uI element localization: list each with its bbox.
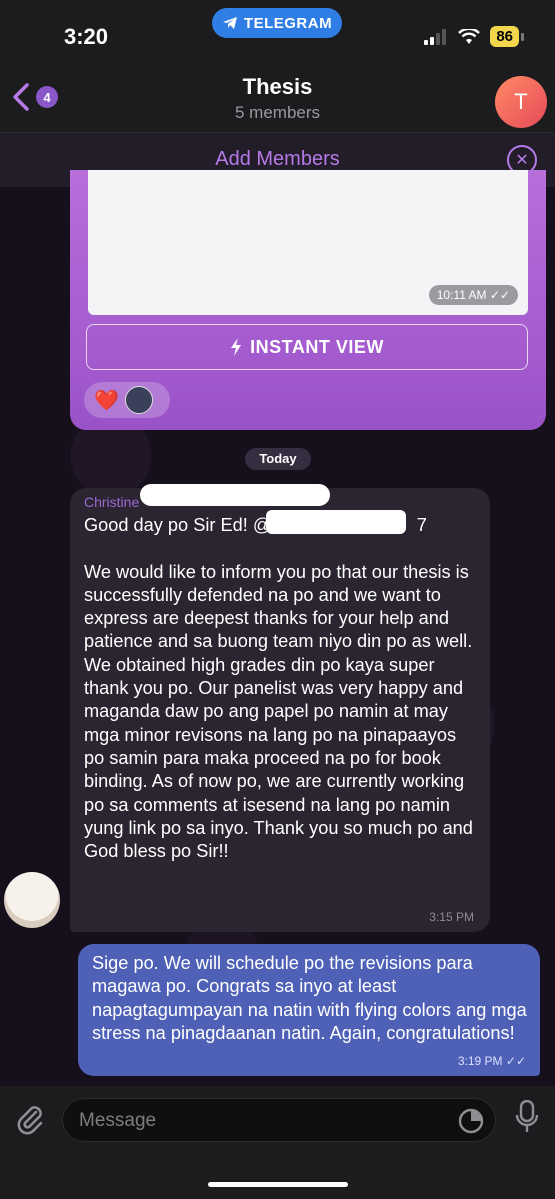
wifi-icon: [458, 28, 481, 44]
message-time: 10:11 AM ✓✓: [428, 285, 518, 305]
chat-title[interactable]: Thesis: [0, 74, 555, 100]
read-checkmarks-icon: ✓✓: [489, 288, 510, 302]
heart-reaction-icon: ❤️: [94, 389, 119, 412]
lightning-icon: [231, 338, 242, 356]
sticker-icon[interactable]: [457, 1107, 485, 1135]
microphone-icon[interactable]: [515, 1100, 539, 1134]
reaction-chip[interactable]: ❤️: [84, 382, 170, 418]
message-text: Sige po. We will schedule po the revisio…: [92, 953, 527, 1043]
telegram-icon: [222, 17, 237, 29]
clock: 3:20: [64, 24, 109, 49]
telegram-pill[interactable]: TELEGRAM: [212, 8, 342, 38]
instant-view-button[interactable]: INSTANT VIEW: [86, 324, 528, 370]
home-indicator: [208, 1182, 348, 1187]
sender-name[interactable]: Christine: [84, 494, 139, 510]
members-count: 5 members: [234, 103, 321, 122]
time-label: 10:11 AM: [436, 288, 487, 302]
instant-view-label: INSTANT VIEW: [250, 336, 384, 357]
group-avatar[interactable]: T: [495, 76, 547, 128]
time-label: 3:19 PM: [457, 1054, 503, 1068]
status-icons: 86: [424, 26, 524, 47]
message-time: 3:19 PM ✓✓: [458, 1054, 526, 1068]
avatar-letter: T: [514, 89, 528, 114]
add-members-button[interactable]: Add Members: [0, 148, 555, 171]
outgoing-message[interactable]: Sige po. We will schedule po the revisio…: [78, 944, 540, 1076]
signal-icon: [424, 28, 447, 45]
incoming-message[interactable]: Christine Good day po Sir Ed! @ 7 We wou…: [70, 484, 490, 932]
reactor-avatar: [124, 386, 153, 414]
redaction-mark: [266, 510, 406, 534]
close-icon: ✕: [515, 152, 529, 169]
link-preview-image[interactable]: 10:11 AM ✓✓: [88, 170, 528, 315]
message-text: Good day po Sir Ed! @ 7 We would like to…: [84, 515, 473, 862]
message-input-bar: Message: [0, 1086, 555, 1199]
message-time: 3:15 PM: [429, 910, 474, 924]
sender-avatar[interactable]: [4, 872, 60, 928]
day-separator: Today: [245, 448, 311, 470]
chat-header: 4 Thesis 5 members T: [0, 72, 555, 132]
redaction-mark: [140, 484, 330, 506]
read-checkmarks-icon: ✓✓: [505, 1054, 526, 1068]
message-placeholder: Message: [79, 1110, 157, 1131]
telegram-pill-label: TELEGRAM: [243, 14, 333, 32]
outgoing-link-message[interactable]: 10:11 AM ✓✓ INSTANT VIEW ❤️: [70, 170, 546, 430]
status-bar: 3:20 TELEGRAM 86: [0, 0, 555, 72]
battery-indicator: 86: [490, 26, 524, 47]
paperclip-icon[interactable]: [14, 1102, 46, 1136]
message-input[interactable]: Message: [62, 1098, 496, 1142]
